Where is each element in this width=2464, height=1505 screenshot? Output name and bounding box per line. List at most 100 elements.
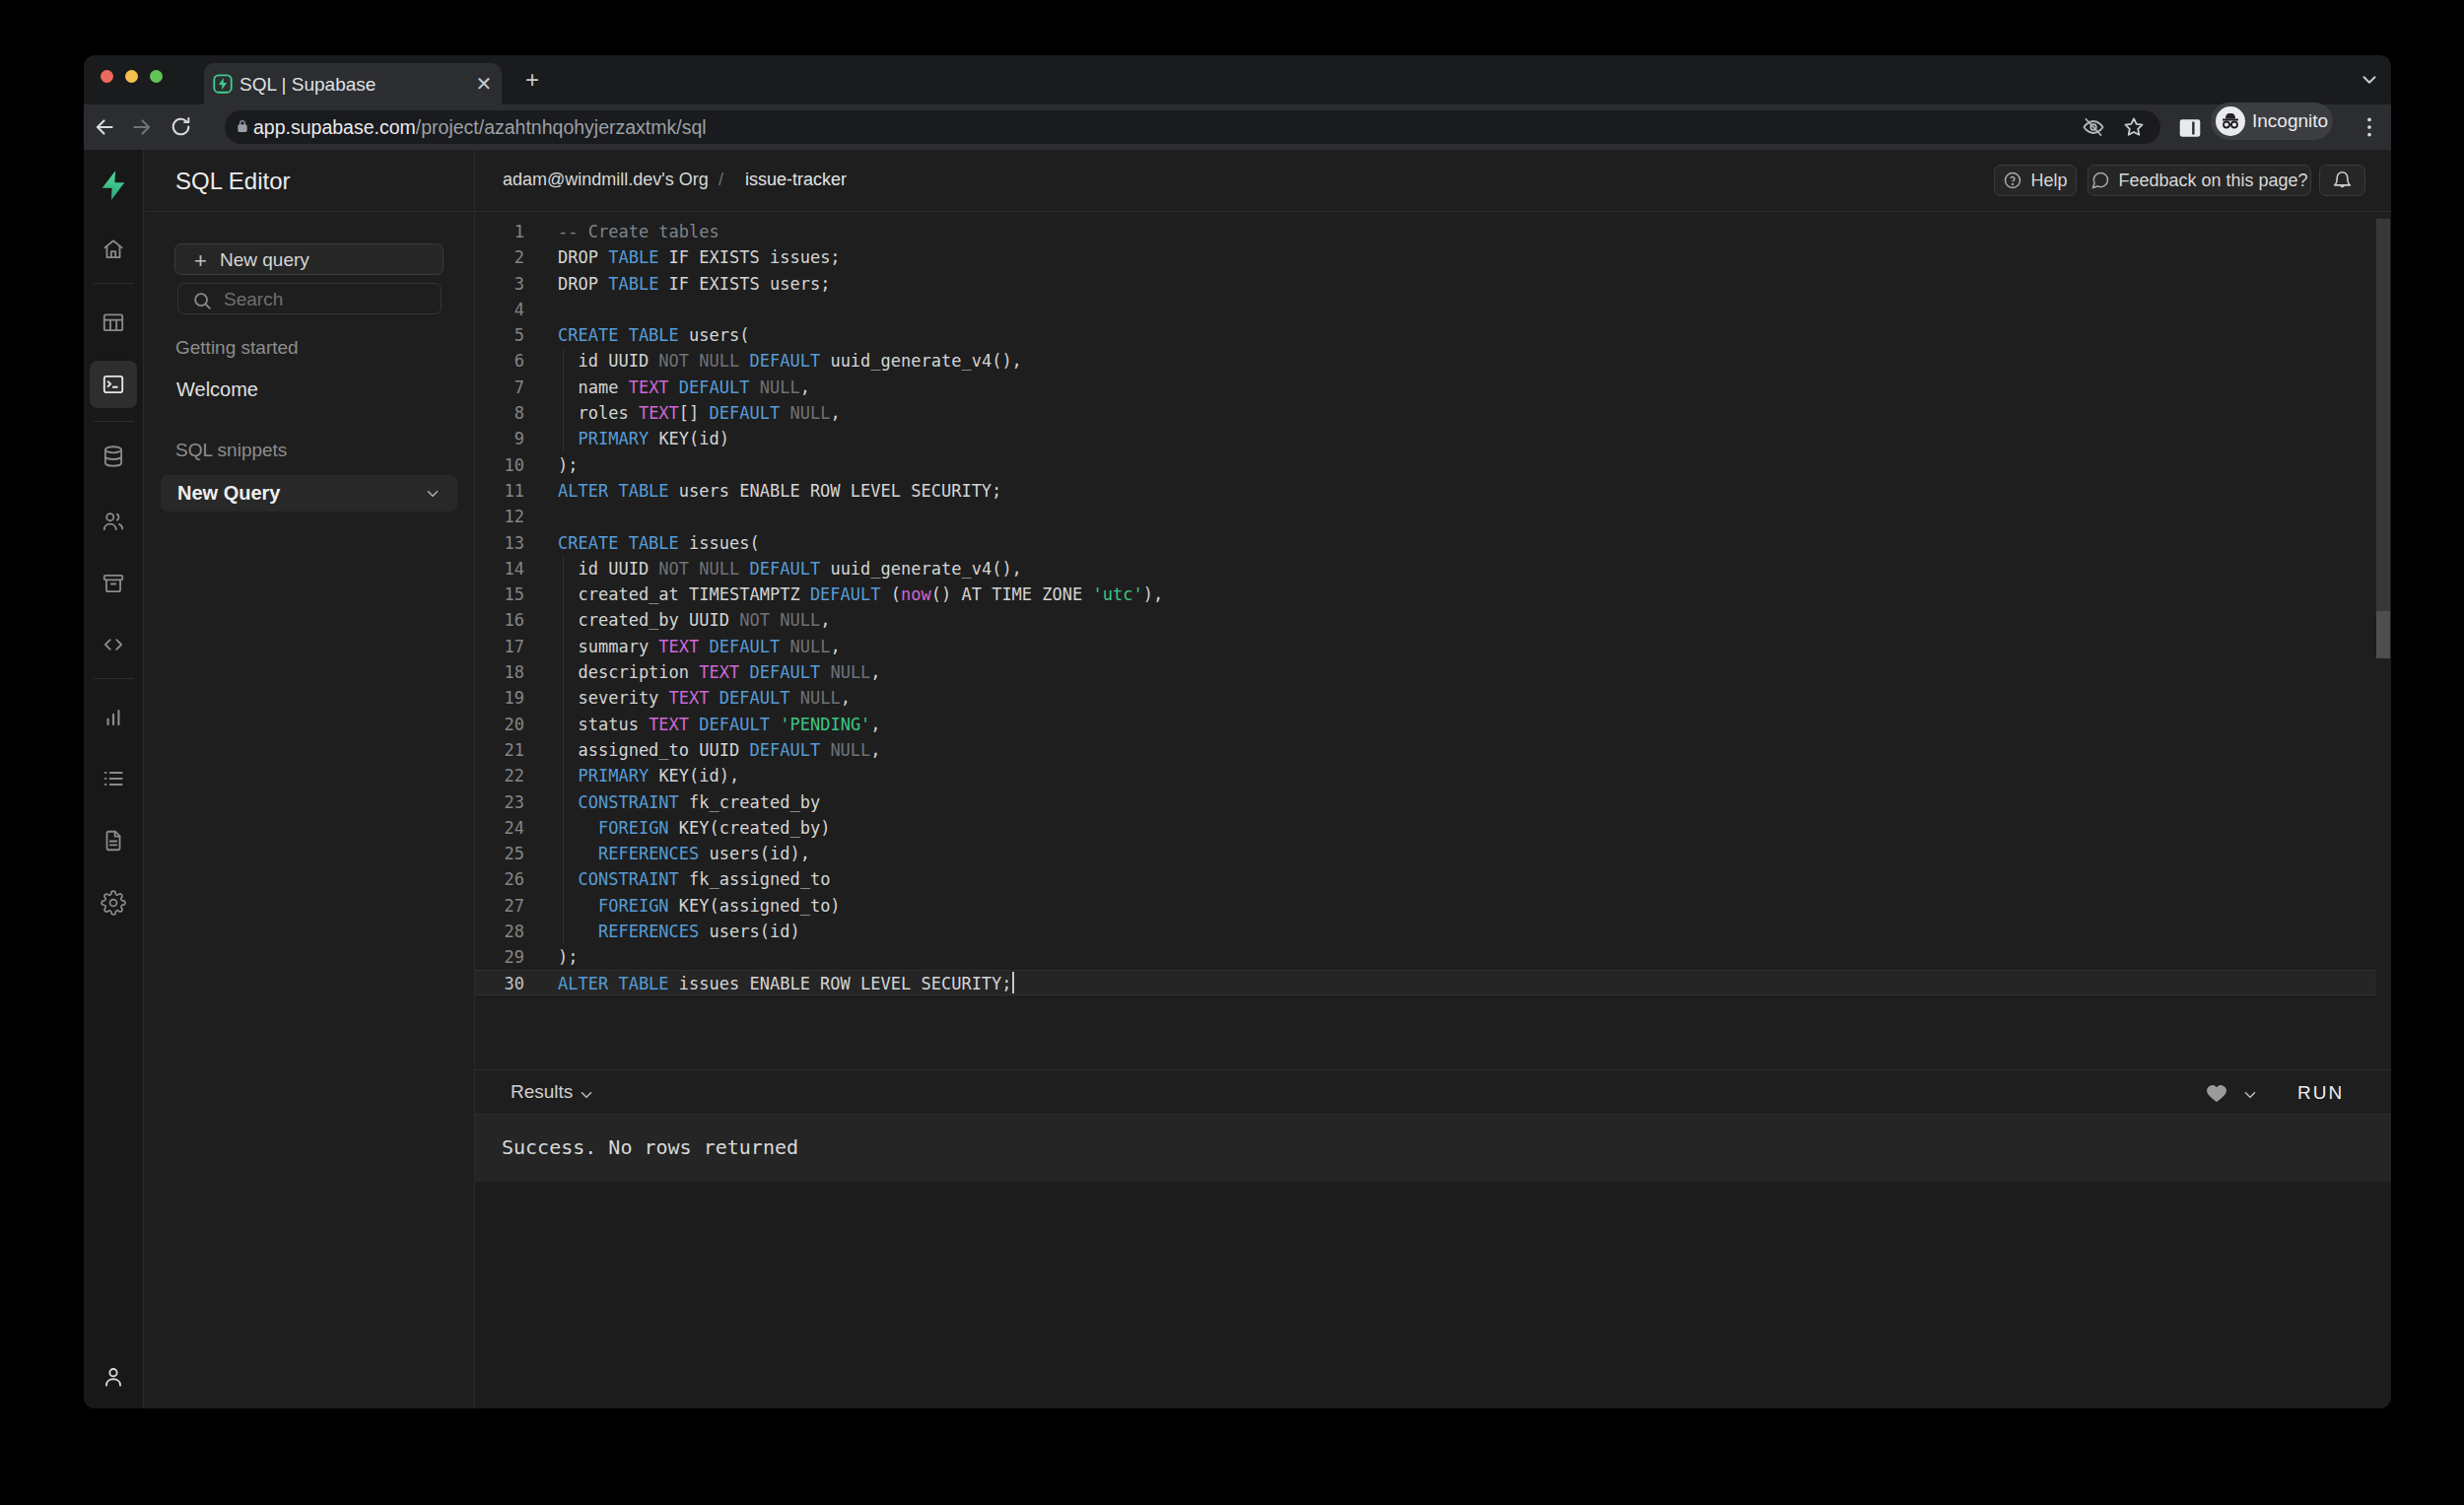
rail-item-database[interactable] [90,433,137,480]
line-number: 1 [475,219,524,244]
notifications-button[interactable] [2319,165,2365,196]
rail-item-person[interactable] [90,1353,137,1401]
search-placeholder: Search [224,289,283,310]
line-number: 15 [475,581,524,607]
run-options-chevron-icon[interactable] [2241,1086,2259,1108]
code-line[interactable]: 12 [475,504,2371,529]
bookmark-star-icon[interactable] [2122,115,2146,143]
lock-icon[interactable] [235,118,250,138]
code-line[interactable]: 24 FOREIGN KEY(created_by) [475,815,2371,841]
rail-item-gear[interactable] [90,879,137,926]
code-line[interactable]: 2DROP TABLE IF EXISTS issues; [475,244,2371,270]
code-line[interactable]: 25 REFERENCES users(id), [475,841,2371,866]
new-query-button[interactable]: + New query [174,243,444,275]
sidebar: SQL Editor + New query Search Getting st… [144,150,475,1408]
code-line[interactable]: 22 PRIMARY KEY(id), [475,763,2371,788]
code-line[interactable]: 18 description TEXT DEFAULT NULL, [475,659,2371,685]
code-line[interactable]: 9 PRIMARY KEY(id) [475,426,2371,451]
code-line[interactable]: 3DROP TABLE IF EXISTS users; [475,271,2371,297]
code-text: roles TEXT[] DEFAULT NULL, [558,400,841,426]
rail-item-table[interactable] [90,299,137,346]
browser-tab[interactable]: SQL | Supabase ✕ [204,63,502,104]
side-panel-icon[interactable] [2177,115,2203,145]
code-line[interactable]: 19 severity TEXT DEFAULT NULL, [475,685,2371,711]
code-line[interactable]: 29); [475,944,2371,970]
breadcrumb-org[interactable]: adam@windmill.dev's Org [503,170,709,190]
code-line[interactable]: 20 status TEXT DEFAULT 'PENDING', [475,712,2371,737]
plus-icon: + [194,248,207,274]
code-line[interactable]: 1-- Create tables [475,219,2371,244]
chevron-down-icon[interactable] [424,485,442,503]
rail-item-code[interactable] [90,621,137,668]
sidebar-item-welcome[interactable]: Welcome [176,378,258,401]
rail-item-file[interactable] [90,817,137,864]
feedback-button[interactable]: Feedback on this page? [2088,165,2311,196]
line-number: 6 [475,348,524,374]
code-line[interactable]: 11ALTER TABLE users ENABLE ROW LEVEL SEC… [475,478,2371,504]
text-cursor [1012,972,1014,993]
code-line[interactable]: 8 roles TEXT[] DEFAULT NULL, [475,400,2371,426]
run-button[interactable]: RUN [2297,1082,2344,1104]
back-icon[interactable] [92,114,117,140]
code-line[interactable]: 21 assigned_to UUID DEFAULT NULL, [475,737,2371,763]
browser-menu-icon[interactable] [2357,113,2382,145]
new-tab-button[interactable]: + [519,67,545,93]
url-text[interactable]: app.supabase.com/project/azahtnhqohyjerz… [253,116,707,139]
tab-search-chevron-icon[interactable] [2359,69,2380,95]
code-line[interactable]: 10); [475,452,2371,478]
rail-item-storage[interactable] [90,560,137,607]
line-number: 16 [475,607,524,633]
code-line[interactable]: 16 created_by UUID NOT NULL, [475,607,2371,633]
tab-title: SQL | Supabase [240,74,376,96]
code-line[interactable]: 14 id UUID NOT NULL DEFAULT uuid_generat… [475,556,2371,581]
window-close-button[interactable] [101,70,113,83]
code-text: ); [558,944,578,970]
rail-item-users[interactable] [90,498,137,545]
breadcrumb-project[interactable]: issue-tracker [745,170,847,190]
line-number: 4 [475,297,524,322]
rail-item-list[interactable] [90,755,137,802]
window-zoom-button[interactable] [150,70,163,83]
code-line[interactable]: 23 CONSTRAINT fk_created_by [475,789,2371,815]
code-line[interactable]: 17 summary TEXT DEFAULT NULL, [475,634,2371,659]
code-line[interactable]: 15 created_at TIMESTAMPTZ DEFAULT (now()… [475,581,2371,607]
code-line[interactable]: 28 REFERENCES users(id) [475,919,2371,944]
editor-scrollbar-thumb[interactable] [2376,611,2390,658]
code-line[interactable]: 13CREATE TABLE issues( [475,530,2371,556]
code-line[interactable]: 27 FOREIGN KEY(assigned_to) [475,893,2371,919]
code-line[interactable]: 4 [475,297,2371,322]
favorite-icon[interactable] [2205,1081,2228,1109]
editor-scrollbar[interactable] [2376,219,2390,658]
rail-divider [94,421,134,422]
code-text: DROP TABLE IF EXISTS issues; [558,244,841,270]
code-line[interactable]: 5CREATE TABLE users( [475,322,2371,348]
forward-icon[interactable] [129,114,155,140]
rail-item-chart[interactable] [90,694,137,741]
window-minimize-button[interactable] [125,70,138,83]
line-number: 28 [475,919,524,944]
tab-close-icon[interactable]: ✕ [472,72,496,96]
line-number: 25 [475,841,524,866]
rail-divider [94,678,134,679]
bell-icon [2332,171,2353,191]
help-button[interactable]: Help [1994,165,2077,196]
line-number: 19 [475,685,524,711]
results-dropdown[interactable]: Results [511,1081,573,1103]
supabase-logo[interactable] [90,162,137,209]
code-text: FOREIGN KEY(assigned_to) [558,893,841,919]
results-chevron-icon[interactable] [578,1086,595,1108]
code-line[interactable]: 30ALTER TABLE issues ENABLE ROW LEVEL SE… [475,971,2371,996]
code-text: CONSTRAINT fk_assigned_to [558,866,830,892]
sidebar-item-new-query[interactable]: New Query [161,475,457,512]
sql-editor[interactable]: 1-- Create tables2DROP TABLE IF EXISTS i… [475,212,2391,1069]
search-input[interactable]: Search [177,283,442,314]
code-line[interactable]: 6 id UUID NOT NULL DEFAULT uuid_generate… [475,348,2371,374]
address-bar[interactable]: app.supabase.com/project/azahtnhqohyjerz… [225,110,2160,144]
rail-item-home[interactable] [90,226,137,273]
reload-icon[interactable] [169,114,194,140]
code-text: PRIMARY KEY(id), [558,763,739,788]
code-line[interactable]: 7 name TEXT DEFAULT NULL, [475,375,2371,400]
eye-off-icon[interactable] [2082,115,2105,143]
code-line[interactable]: 26 CONSTRAINT fk_assigned_to [475,866,2371,892]
rail-item-terminal[interactable] [90,361,137,408]
